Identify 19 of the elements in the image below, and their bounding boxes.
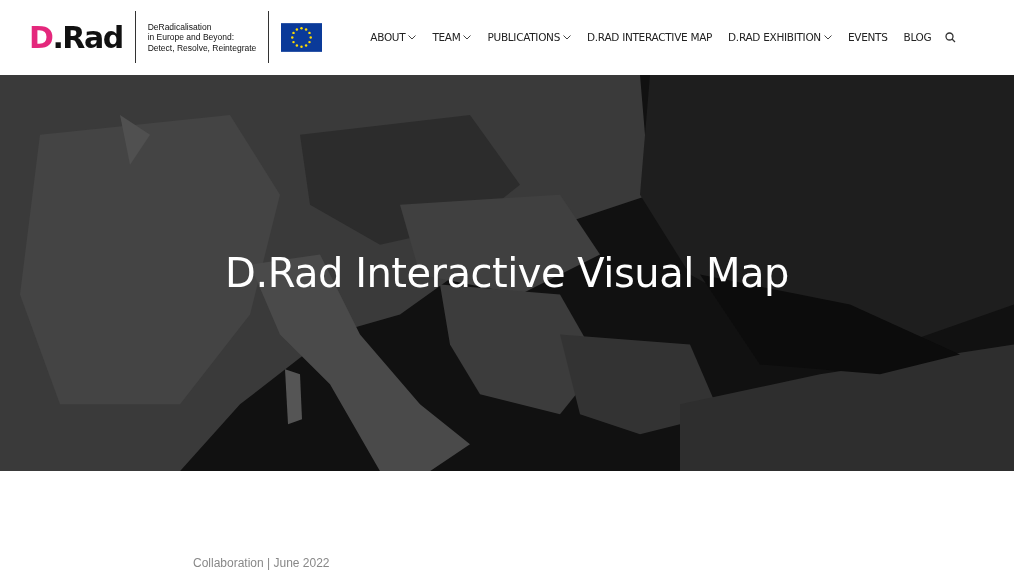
tagline-text: Detect, Resolve, Reintegrate [147,42,257,54]
chevron-down-icon [463,34,472,40]
nav-link[interactable]: BLOG [895,31,940,44]
hero-title: D.Rad Interactive Visual Map [225,249,789,296]
flag-icon [281,22,323,52]
search-icon[interactable] [945,31,957,43]
nav-link[interactable]: ABOUT [362,31,425,44]
logo[interactable]: D.Rad [29,19,135,55]
tagline-text: DeRadicalisation [147,21,213,33]
nav-link[interactable]: PUBLICATIONS [479,31,580,44]
post-meta: Collaboration | June 2022 [193,556,331,570]
chevron-down-icon [823,34,832,40]
chevron-down-icon [563,34,572,40]
nav-link[interactable]: EVENTS [839,31,896,44]
chevron-down-icon [408,34,417,40]
nav-link[interactable]: D.RAD EXHIBITION [720,31,840,44]
nav-link[interactable]: D.RAD INTERACTIVE MAP [579,31,721,44]
nav-link[interactable]: TEAM [424,31,480,44]
tagline-text: in Europe and Beyond: [147,32,236,43]
